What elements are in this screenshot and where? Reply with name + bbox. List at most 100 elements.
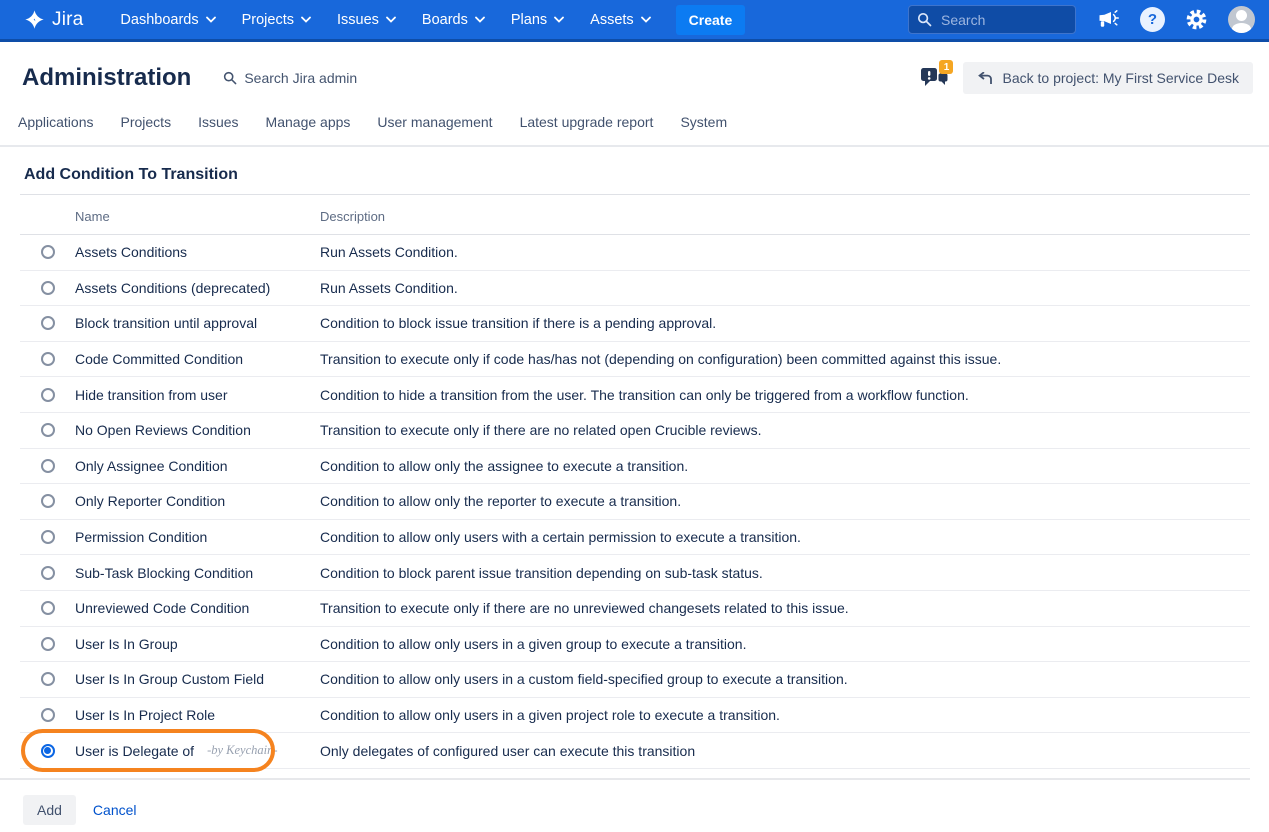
condition-name: User Is In Project Role bbox=[75, 707, 215, 723]
condition-name: Only Assignee Condition bbox=[75, 458, 228, 474]
condition-description: Run Assets Condition. bbox=[320, 244, 1250, 260]
condition-name: Code Committed Condition bbox=[75, 351, 243, 367]
table-row: Sub-Task Blocking Condition Condition to … bbox=[20, 555, 1250, 591]
tab-latest-upgrade-report[interactable]: Latest upgrade report bbox=[520, 114, 654, 130]
column-header-name: Name bbox=[75, 209, 320, 224]
condition-radio[interactable] bbox=[41, 494, 55, 508]
return-arrow-icon bbox=[977, 72, 993, 85]
condition-name: Assets Conditions bbox=[75, 244, 187, 260]
condition-description: Condition to allow only the assignee to … bbox=[320, 458, 1250, 474]
condition-description: Transition to execute only if there are … bbox=[320, 422, 1250, 438]
gear-icon[interactable] bbox=[1185, 8, 1208, 31]
nav-menu-label: Plans bbox=[511, 12, 547, 28]
nav-menu-dashboards[interactable]: Dashboards bbox=[109, 5, 226, 35]
condition-description: Condition to hide a transition from the … bbox=[320, 387, 1250, 403]
search-icon bbox=[223, 71, 237, 85]
condition-radio[interactable] bbox=[41, 601, 55, 615]
chevron-down-icon bbox=[301, 16, 311, 23]
table-row: User is Delegate of -by Keychain- Only del… bbox=[20, 733, 1250, 769]
page-title: Administration bbox=[22, 64, 191, 92]
condition-description: Only delegates of configured user can ex… bbox=[320, 743, 1250, 759]
condition-radio[interactable] bbox=[41, 744, 55, 758]
vendor-badge: -by Keychain- bbox=[207, 743, 277, 758]
brand-name: Jira bbox=[52, 9, 83, 31]
table-row: Assets Conditions (deprecated)Run Assets… bbox=[20, 271, 1250, 307]
condition-description: Condition to allow only users in a given… bbox=[320, 707, 1250, 723]
help-icon[interactable]: ? bbox=[1140, 7, 1165, 32]
conditions-table: Name Description Assets Conditions Run As… bbox=[20, 195, 1250, 769]
condition-radio[interactable] bbox=[41, 672, 55, 686]
create-button[interactable]: Create bbox=[676, 5, 746, 35]
section-heading-wrap: Add Condition To Transition bbox=[20, 166, 1250, 195]
admin-search[interactable]: Search Jira admin bbox=[223, 70, 357, 86]
condition-description: Condition to block issue transition if t… bbox=[320, 315, 1250, 331]
nav-menu-label: Dashboards bbox=[120, 12, 198, 28]
condition-description: Condition to block parent issue transiti… bbox=[320, 565, 1250, 581]
condition-radio[interactable] bbox=[41, 459, 55, 473]
condition-radio[interactable] bbox=[41, 708, 55, 722]
tab-projects[interactable]: Projects bbox=[121, 114, 172, 130]
table-header-row: Name Description bbox=[20, 195, 1250, 235]
table-row: Only Reporter ConditionCondition to allo… bbox=[20, 484, 1250, 520]
nav-menu-issues[interactable]: Issues bbox=[326, 5, 407, 35]
user-avatar[interactable] bbox=[1228, 6, 1255, 33]
nav-menu-assets[interactable]: Assets bbox=[579, 5, 662, 35]
jira-logo[interactable]: Jira bbox=[24, 9, 83, 31]
table-row: Code Committed ConditionTransition to ex… bbox=[20, 342, 1250, 378]
condition-radio[interactable] bbox=[41, 388, 55, 402]
feedback-bubble-icon[interactable]: 1 bbox=[920, 64, 952, 92]
condition-description: Condition to allow only users with a cer… bbox=[320, 529, 1250, 545]
nav-menu-boards[interactable]: Boards bbox=[411, 5, 496, 35]
condition-name: User Is In Group Custom Field bbox=[75, 671, 264, 687]
condition-name: Sub-Task Blocking Condition bbox=[75, 565, 253, 581]
table-row: User Is In Group Custom Field Condition t… bbox=[20, 662, 1250, 698]
search-icon bbox=[917, 12, 932, 30]
column-header-description: Description bbox=[320, 209, 1250, 224]
add-button[interactable]: Add bbox=[23, 795, 76, 825]
condition-description: Condition to allow only users in a given… bbox=[320, 636, 1250, 652]
table-row: Permission ConditionCondition to allow o… bbox=[20, 520, 1250, 556]
megaphone-icon[interactable] bbox=[1096, 10, 1120, 30]
tab-issues[interactable]: Issues bbox=[198, 114, 238, 130]
condition-radio[interactable] bbox=[41, 566, 55, 580]
condition-radio[interactable] bbox=[41, 423, 55, 437]
nav-menu-plans[interactable]: Plans bbox=[500, 5, 575, 35]
nav-menu-projects[interactable]: Projects bbox=[231, 5, 322, 35]
main-nav-menu: Dashboards Projects Issues Boards Plans Asset… bbox=[109, 5, 661, 35]
tab-manage-apps[interactable]: Manage apps bbox=[266, 114, 351, 130]
top-navbar: Jira Dashboards Projects Issues Boards Plans… bbox=[0, 0, 1269, 42]
section-heading: Add Condition To Transition bbox=[20, 166, 1250, 194]
chevron-down-icon bbox=[641, 16, 651, 23]
nav-menu-label: Boards bbox=[422, 12, 468, 28]
chevron-down-icon bbox=[475, 16, 485, 23]
condition-name: Block transition until approval bbox=[75, 315, 257, 331]
condition-radio[interactable] bbox=[41, 637, 55, 651]
condition-description: Condition to allow only the reporter to … bbox=[320, 493, 1250, 509]
cancel-link[interactable]: Cancel bbox=[93, 802, 137, 818]
condition-radio[interactable] bbox=[41, 352, 55, 366]
tab-system[interactable]: System bbox=[680, 114, 727, 130]
condition-radio[interactable] bbox=[41, 281, 55, 295]
search-input[interactable] bbox=[908, 5, 1076, 34]
table-row: User Is In GroupCondition to allow only … bbox=[20, 627, 1250, 663]
back-to-project-button[interactable]: Back to project: My First Service Desk bbox=[963, 62, 1253, 94]
tab-user-management[interactable]: User management bbox=[377, 114, 492, 130]
condition-description: Condition to allow only users in a custo… bbox=[320, 671, 1250, 687]
back-button-label: Back to project: My First Service Desk bbox=[1002, 70, 1239, 86]
condition-radio[interactable] bbox=[41, 530, 55, 544]
condition-radio[interactable] bbox=[41, 316, 55, 330]
condition-description: Run Assets Condition. bbox=[320, 280, 1250, 296]
table-row: Only Assignee Condition Condition to allo… bbox=[20, 449, 1250, 485]
form-footer: Add Cancel bbox=[0, 780, 1269, 825]
condition-name: Hide transition from user bbox=[75, 387, 228, 403]
table-row: User Is In Project Role Condition to allo… bbox=[20, 698, 1250, 734]
nav-menu-label: Assets bbox=[590, 12, 634, 28]
condition-name: User is Delegate of bbox=[75, 743, 194, 759]
condition-radio[interactable] bbox=[41, 245, 55, 259]
admin-search-label: Search Jira admin bbox=[244, 70, 357, 86]
table-row: Unreviewed Code ConditionTransition to e… bbox=[20, 591, 1250, 627]
table-row: No Open Reviews ConditionTransition to e… bbox=[20, 413, 1250, 449]
nav-menu-label: Issues bbox=[337, 12, 379, 28]
tab-applications[interactable]: Applications bbox=[18, 114, 94, 130]
table-row: Assets Conditions Run Assets Condition. bbox=[20, 235, 1250, 271]
